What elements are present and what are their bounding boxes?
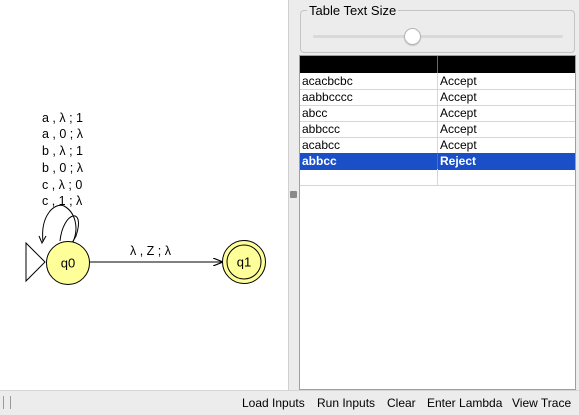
table-row[interactable]: abbccc Accept [300, 121, 575, 138]
text-size-slider-track[interactable] [313, 35, 563, 38]
loop-transition-label: a , 0 ; λ [42, 127, 84, 141]
result-cell[interactable] [440, 170, 573, 185]
state-q0[interactable]: q0 [46, 241, 90, 285]
input-cell[interactable] [302, 170, 435, 185]
input-cell[interactable]: aabbcccc [302, 90, 435, 105]
text-size-title: Table Text Size [307, 3, 399, 18]
input-cell[interactable]: acacbcbc [302, 74, 435, 89]
run-inputs-button[interactable]: Run Inputs [317, 396, 375, 410]
initial-state-marker [25, 241, 46, 283]
result-cell[interactable]: Accept [440, 106, 573, 121]
inputs-table[interactable]: acacbcbc Accept aabbcccc Accept abcc Acc… [299, 55, 576, 390]
loop-transition-label: b , λ ; 1 [42, 144, 83, 158]
result-cell[interactable]: Reject [440, 154, 573, 169]
result-cell[interactable]: Accept [440, 138, 573, 153]
resize-handle-icon[interactable] [3, 396, 11, 409]
input-cell[interactable]: abbcc [302, 154, 435, 169]
clear-button[interactable]: Clear [387, 396, 416, 410]
result-cell[interactable]: Accept [440, 74, 573, 89]
enter-lambda-button[interactable]: Enter Lambda [427, 396, 502, 410]
input-cell[interactable]: acabcc [302, 138, 435, 153]
input-cell[interactable]: abbccc [302, 122, 435, 137]
table-row-empty[interactable] [300, 169, 575, 186]
table-row[interactable]: aabbcccc Accept [300, 89, 575, 106]
input-panel: Table Text Size acacbcbc Accept aabbcccc… [297, 0, 579, 390]
table-row[interactable]: abcc Accept [300, 105, 575, 122]
table-header [300, 56, 575, 73]
state-label: q0 [61, 256, 75, 271]
table-row-selected[interactable]: abbcc Reject [300, 153, 575, 170]
load-inputs-button[interactable]: Load Inputs [242, 396, 305, 410]
state-label: q1 [237, 255, 251, 270]
text-size-slider-thumb[interactable] [403, 28, 421, 45]
bottom-toolbar: Load Inputs Run Inputs Clear Enter Lambd… [0, 390, 579, 415]
table-row[interactable]: acacbcbc Accept [300, 73, 575, 90]
self-loop-curve [42, 204, 77, 245]
state-q1[interactable]: q1 [222, 240, 266, 284]
loop-transition-label: b , 0 ; λ [42, 161, 84, 175]
text-size-group: Table Text Size [300, 3, 575, 53]
view-trace-button[interactable]: View Trace [512, 396, 571, 410]
result-cell[interactable]: Accept [440, 90, 573, 105]
loop-transition-label: c , λ ; 0 [42, 178, 82, 192]
table-row[interactable]: acabcc Accept [300, 137, 575, 154]
splitter-grip-icon[interactable] [290, 191, 297, 198]
automaton-diagram: a , λ ; 1 a , 0 ; λ b , λ ; 1 b , 0 ; λ … [25, 111, 266, 285]
automaton-canvas[interactable]: a , λ ; 1 a , 0 ; λ b , λ ; 1 b , 0 ; λ … [0, 0, 288, 390]
transition-label: λ , Z ; λ [130, 244, 172, 258]
loop-transition-label: a , λ ; 1 [42, 111, 83, 125]
result-cell[interactable]: Accept [440, 122, 573, 137]
input-cell[interactable]: abcc [302, 106, 435, 121]
